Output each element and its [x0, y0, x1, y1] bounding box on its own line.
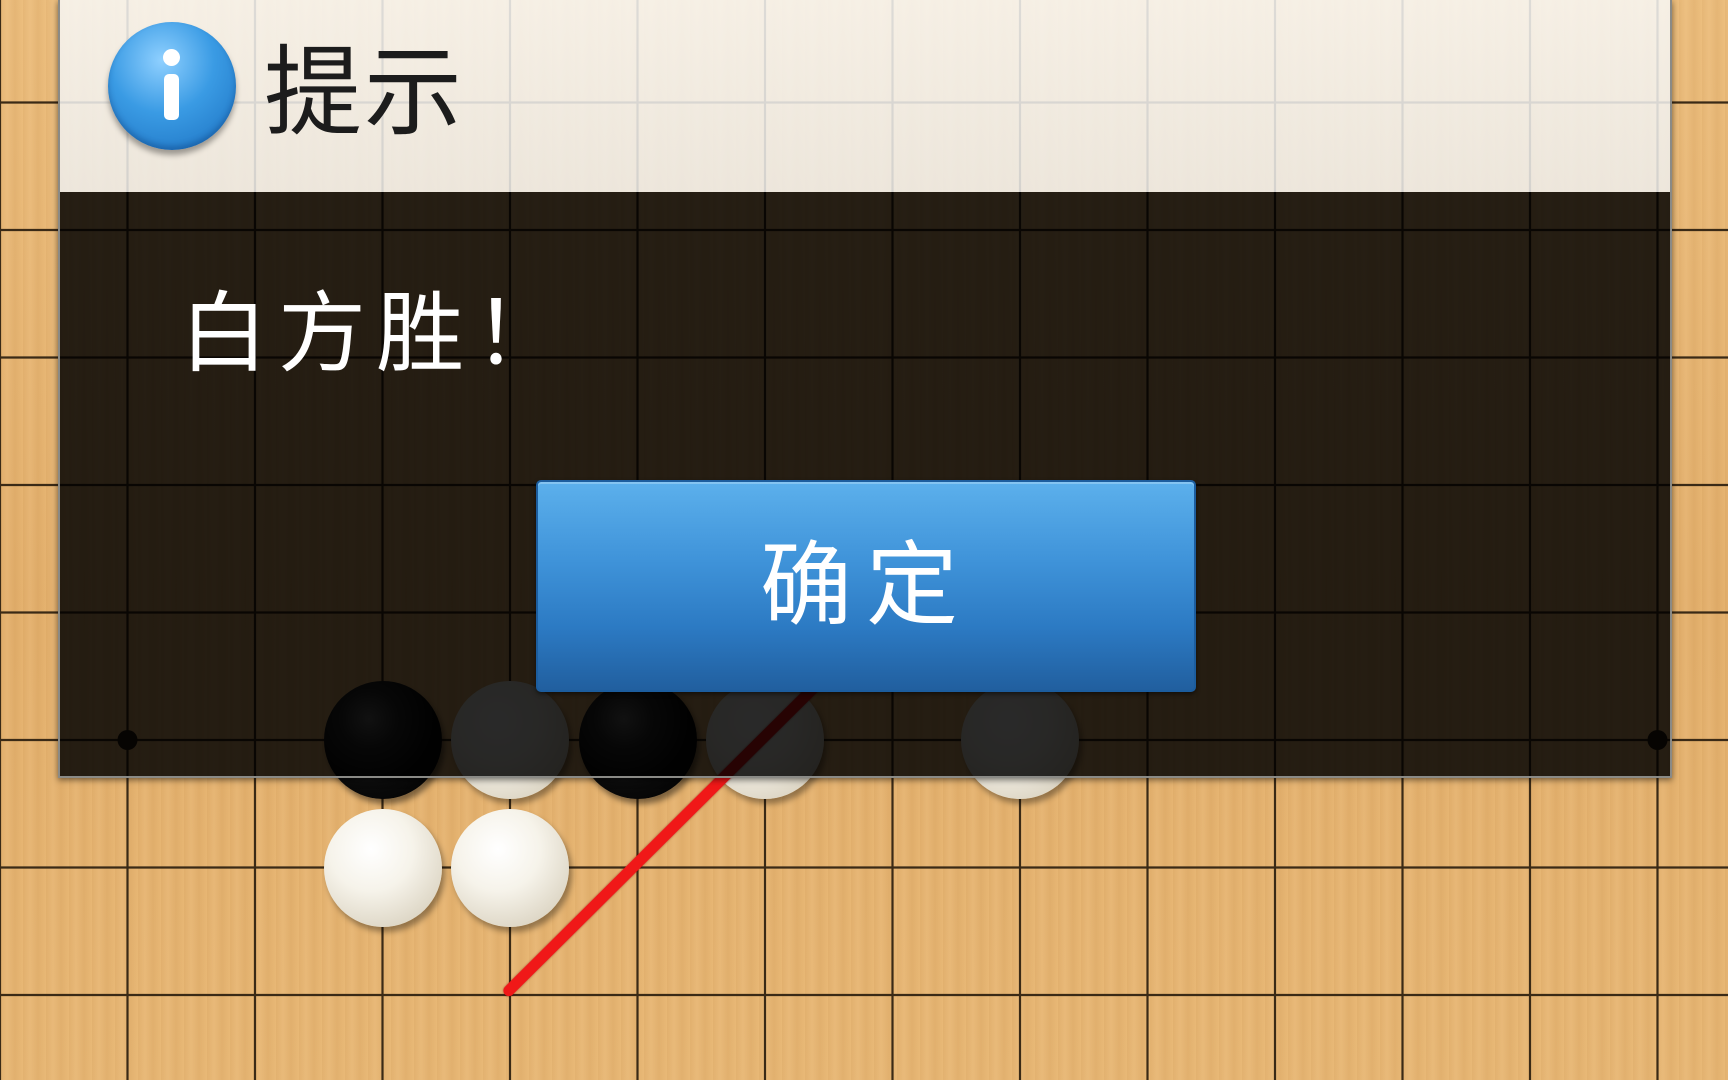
ok-button[interactable]: 确定	[536, 480, 1196, 692]
white-stone	[323, 808, 442, 927]
white-stone	[451, 808, 569, 927]
dialog-header: 提示	[60, 0, 1670, 192]
dialog-message: 白方胜！	[180, 282, 573, 385]
alert-dialog: 提示 白方胜！ 确定	[58, 0, 1672, 778]
info-icon-stem	[164, 74, 179, 120]
dialog-title: 提示	[264, 36, 465, 150]
dialog-body: 白方胜！ 确定	[60, 192, 1670, 776]
info-icon	[108, 22, 236, 150]
info-icon-dot	[163, 49, 180, 66]
